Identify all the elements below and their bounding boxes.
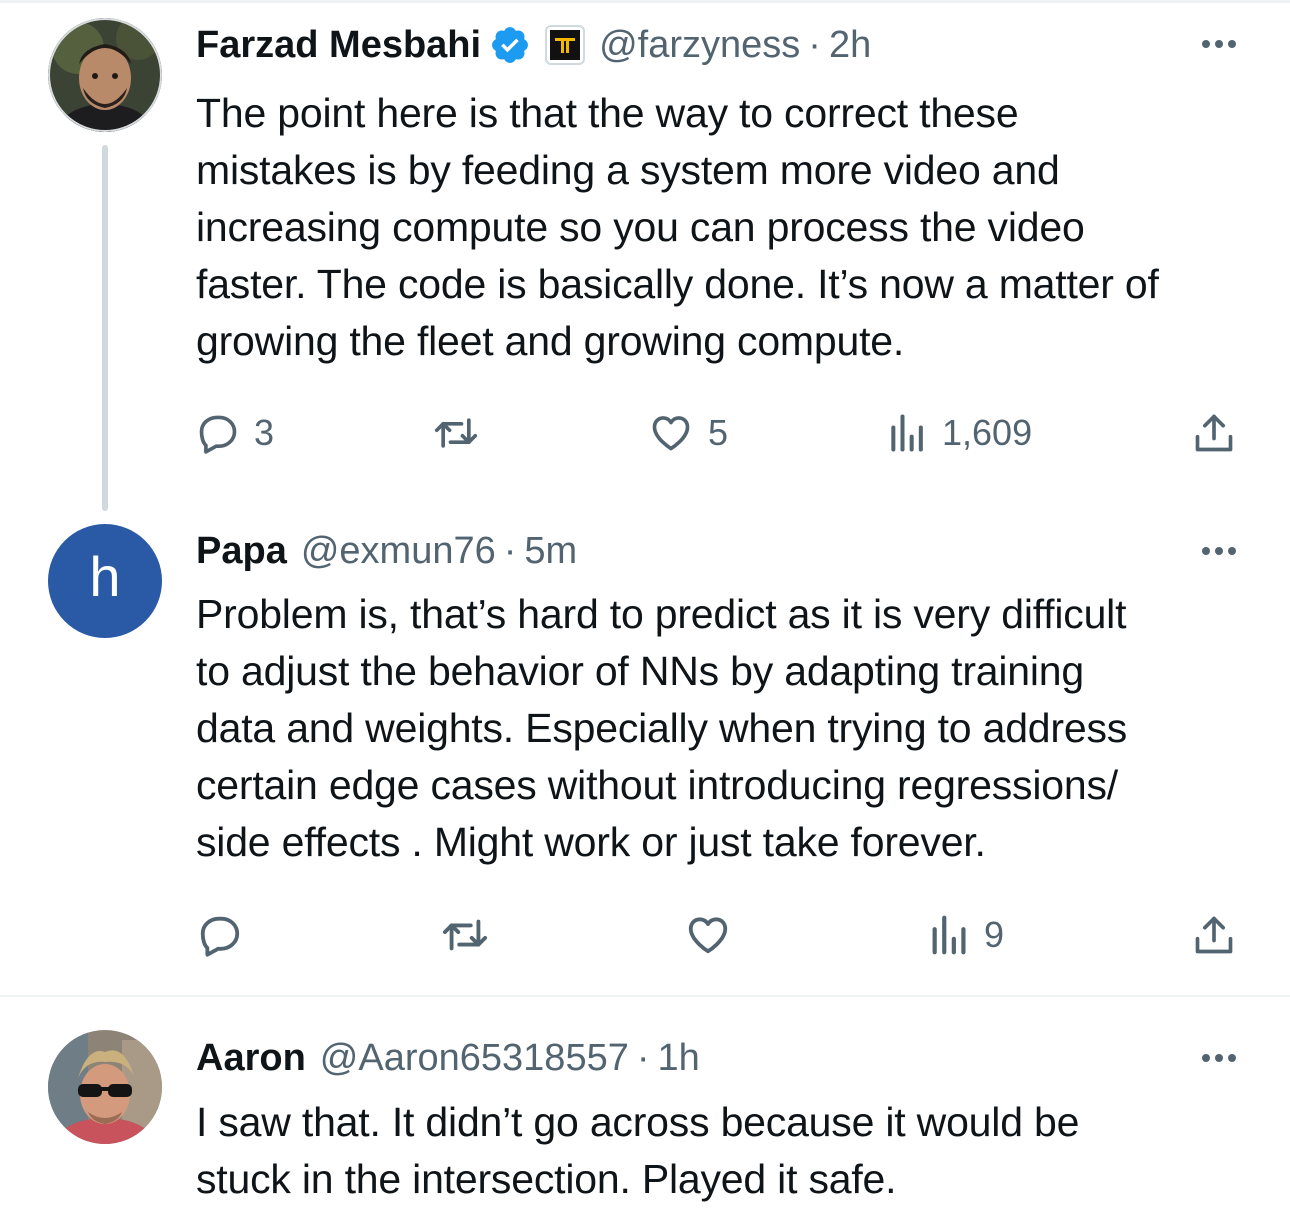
views-icon [891,414,923,452]
verified-badge-icon [489,24,531,66]
tweet-time[interactable]: 2h [829,24,871,67]
tweet-time[interactable]: 5m [524,530,577,573]
tweet-papa[interactable]: h Papa @exmun76 · 5m Problem is, that’s … [0,520,1290,995]
author-name[interactable]: Aaron [196,1037,306,1080]
share-button[interactable] [1192,910,1236,960]
repost-icon [442,919,488,951]
tweet-text: The point here is that the way to correc… [196,90,1159,364]
tweet-header: Farzad Mesbahi @farzyness · 2h [196,20,1230,70]
heart-icon [688,917,728,954]
like-button[interactable]: 5 [648,408,728,458]
avatar-aaron[interactable] [48,1030,162,1144]
reply-button[interactable]: 3 [196,408,274,458]
tweet-actions: 3 5 1,609 [196,408,1244,458]
like-count: 5 [708,412,729,453]
more-options-icon[interactable] [1202,541,1236,561]
affiliate-badge-icon[interactable] [545,25,586,65]
repost-button[interactable] [440,910,490,960]
separator-dot: · [636,1036,650,1079]
reply-icon [200,916,240,957]
tweet-header: Papa @exmun76 · 5m [196,526,1230,576]
author-handle[interactable]: @Aaron65318557 [320,1037,629,1080]
tweet-text: Problem is, that’s hard to predict as it… [196,591,1128,865]
reply-count: 3 [254,412,275,453]
views-icon [932,915,966,955]
views-button[interactable]: 9 [930,910,1004,960]
author-name[interactable]: Papa [196,530,287,573]
share-icon [1195,414,1233,452]
avatar-papa[interactable]: h [48,524,162,638]
tweet-aaron[interactable]: Aaron @Aaron65318557 · 1h I saw that. It… [0,1000,1290,1229]
repost-button[interactable] [432,408,480,458]
reply-button[interactable] [196,910,244,960]
tweet-header: Aaron @Aaron65318557 · 1h [196,1033,1230,1083]
share-button[interactable] [1192,408,1236,458]
views-count: 9 [984,914,1005,955]
repost-icon [434,418,478,448]
separator-dot: · [503,529,517,572]
tweet-actions: 9 [196,910,1244,960]
tweet-farzad[interactable]: Farzad Mesbahi @farzyness · 2h The point… [0,0,1290,520]
separator-dot: · [808,23,821,66]
tweet-time[interactable]: 1h [658,1037,700,1080]
avatar-letter: h [89,545,121,608]
more-options-icon[interactable] [1202,34,1236,54]
like-button[interactable] [684,910,732,960]
avatar-farzad[interactable] [48,18,162,132]
tweet-text: I saw that. It didn’t go across because … [196,1099,1080,1202]
author-handle[interactable]: @farzyness [599,24,800,67]
reply-icon [199,415,237,454]
heart-icon [652,416,690,451]
more-options-icon[interactable] [1202,1048,1236,1068]
tweet-divider [0,995,1290,997]
share-icon [1195,916,1233,954]
author-handle[interactable]: @exmun76 [301,530,496,573]
views-count: 1,609 [942,412,1033,453]
thread-line [102,145,108,511]
views-button[interactable]: 1,609 [888,408,1032,458]
author-name[interactable]: Farzad Mesbahi [196,24,481,67]
